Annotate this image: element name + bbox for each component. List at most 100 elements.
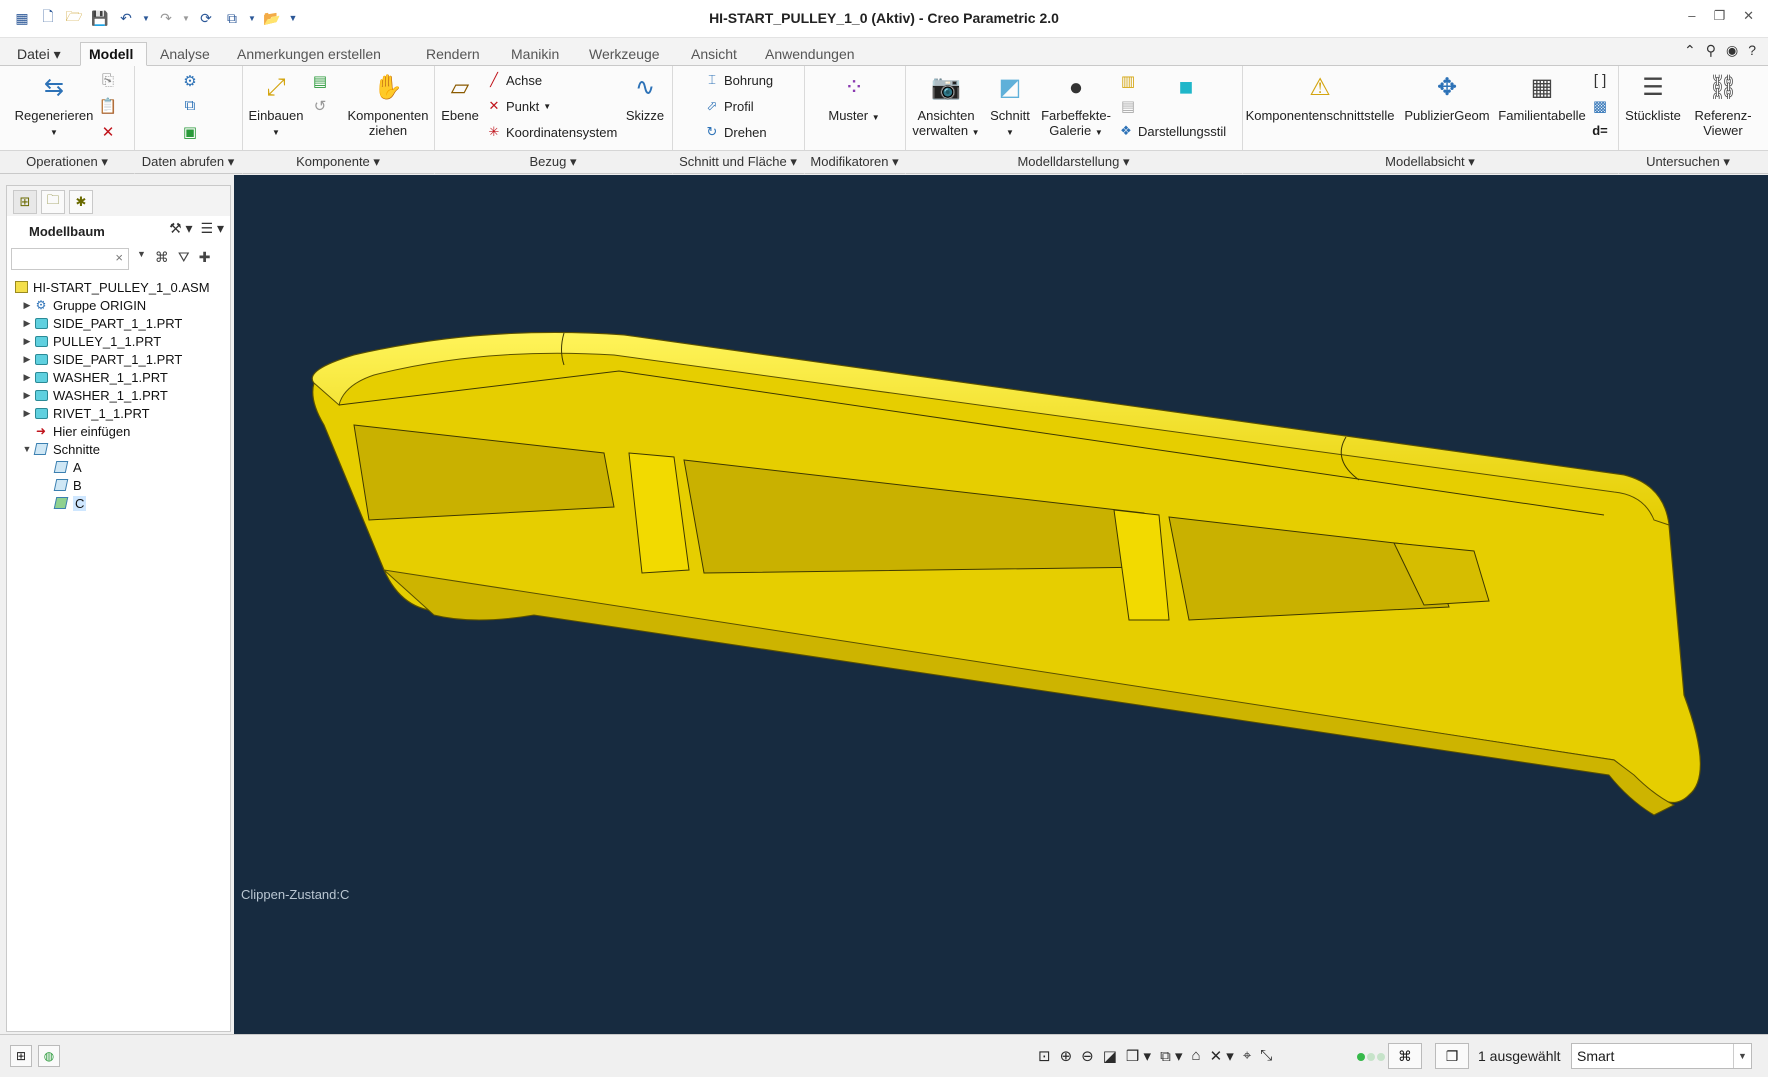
tree-item-pulley[interactable]: ▶ PULLEY_1_1.PRT bbox=[7, 332, 230, 350]
parameters-icon[interactable]: ▩ bbox=[1590, 97, 1610, 117]
tab-datei[interactable]: Datei ▾ bbox=[8, 42, 70, 66]
find-binoculars-icon[interactable]: ⌘ bbox=[155, 249, 169, 266]
delete-icon[interactable]: ✕ bbox=[98, 123, 118, 143]
revolve-button[interactable]: ↻ Drehen bbox=[704, 124, 767, 140]
tree-item-washer-2[interactable]: ▶ WASHER_1_1.PRT bbox=[7, 386, 230, 404]
pattern-button[interactable]: ⁘ Muster ▼ bbox=[822, 70, 886, 125]
group-daten-abrufen[interactable]: Daten abrufen ▾ bbox=[134, 154, 242, 170]
perspective-icon[interactable]: ▥ bbox=[1118, 72, 1138, 92]
group-operationen[interactable]: Operationen ▾ bbox=[0, 154, 134, 170]
toggle-browser-icon[interactable]: ◍ bbox=[38, 1045, 60, 1067]
tree-item-side-part-2[interactable]: ▶ SIDE_PART_1_1.PRT bbox=[7, 350, 230, 368]
clear-search-icon[interactable]: × bbox=[115, 250, 123, 265]
help-icon[interactable]: ? bbox=[1748, 42, 1756, 59]
restore-icon[interactable]: ❐ bbox=[1713, 8, 1725, 24]
model-tree-tab-icon[interactable]: ⊞ bbox=[13, 190, 37, 214]
chevron-down-icon[interactable]: ▼ bbox=[1733, 1044, 1751, 1068]
user-defined-feature-icon[interactable]: ⚙ bbox=[180, 72, 200, 92]
tab-werkzeuge[interactable]: Werkzeuge bbox=[580, 42, 669, 66]
create-component-icon[interactable]: ▤ bbox=[310, 72, 330, 92]
tab-anwendungen[interactable]: Anwendungen bbox=[756, 42, 864, 66]
group-modellabsicht[interactable]: Modellabsicht ▾ bbox=[1242, 154, 1618, 170]
axis-button[interactable]: ╱ Achse bbox=[486, 72, 542, 88]
drag-components-button[interactable]: ✋ Komponenten ziehen bbox=[338, 70, 438, 138]
appearance-gallery-button[interactable]: ● Farbeffekte- Galerie ▼ bbox=[1036, 70, 1116, 140]
group-schnitt-flaeche[interactable]: Schnitt und Fläche ▾ bbox=[672, 154, 804, 170]
family-table-button[interactable]: ▦ Familientabelle bbox=[1496, 70, 1588, 123]
tree-settings-icon[interactable]: ⚒ ▾ bbox=[169, 220, 192, 237]
group-bezug[interactable]: Bezug ▾ bbox=[434, 154, 672, 170]
coordinate-system-button[interactable]: ✳ Koordinatensystem bbox=[486, 124, 618, 140]
saved-orientations-icon[interactable]: ❒ ▾ bbox=[1126, 1047, 1151, 1065]
graphics-viewport[interactable] bbox=[234, 175, 1768, 1034]
expand-icon[interactable]: ▶ bbox=[21, 408, 33, 419]
filter-icon[interactable]: ⛛ bbox=[178, 249, 190, 266]
shrinkwrap-icon[interactable]: ▣ bbox=[180, 123, 200, 143]
spin-center-icon[interactable]: ⤡ bbox=[1260, 1047, 1272, 1065]
assemble-button[interactable]: ⤢ Einbauen ▼ bbox=[244, 70, 308, 140]
repaint-icon[interactable]: ◪ bbox=[1103, 1047, 1117, 1065]
tab-modell[interactable]: Modell bbox=[80, 42, 147, 66]
copy-geometry-icon[interactable]: ⧉ bbox=[180, 97, 200, 117]
expand-icon[interactable]: ▶ bbox=[21, 390, 33, 401]
tree-search-input[interactable]: × bbox=[11, 248, 129, 270]
expand-icon[interactable]: ▶ bbox=[21, 318, 33, 329]
sketch-button[interactable]: ∿ Skizze bbox=[620, 70, 670, 123]
tree-item-section-c[interactable]: C bbox=[7, 494, 230, 512]
add-icon[interactable]: ✚ bbox=[199, 249, 211, 266]
tree-item-side-part-1[interactable]: ▶ SIDE_PART_1_1.PRT bbox=[7, 314, 230, 332]
group-modifikatoren[interactable]: Modifikatoren ▾ bbox=[804, 154, 905, 170]
relations-icon[interactable]: [ ] bbox=[1590, 72, 1610, 92]
repeat-icon[interactable]: ↺ bbox=[310, 97, 330, 117]
tab-rendern[interactable]: Rendern bbox=[417, 42, 489, 66]
group-modelldarstellung[interactable]: Modelldarstellung ▾ bbox=[905, 154, 1242, 170]
group-untersuchen[interactable]: Untersuchen ▾ bbox=[1618, 154, 1758, 170]
display-icon[interactable]: ▤ bbox=[1118, 97, 1138, 117]
section-button[interactable]: ◩ Schnitt ▼ bbox=[984, 70, 1036, 140]
publish-geom-button[interactable]: ✥ PublizierGeom bbox=[1400, 70, 1494, 123]
tree-item-insert-here[interactable]: ➜ Hier einfügen bbox=[7, 422, 230, 440]
regenerate-button[interactable]: ⇆ Regenerieren ▼ bbox=[12, 70, 96, 140]
perspective-view-icon[interactable]: ⌂ bbox=[1192, 1047, 1201, 1065]
copy-icon[interactable]: ⎘ bbox=[98, 72, 118, 92]
minimize-icon[interactable]: – bbox=[1688, 8, 1695, 24]
tree-item-washer-1[interactable]: ▶ WASHER_1_1.PRT bbox=[7, 368, 230, 386]
search-dropdown-icon[interactable]: ▼ bbox=[137, 249, 146, 266]
expand-icon[interactable]: ▶ bbox=[21, 354, 33, 365]
tree-item-section-b[interactable]: B bbox=[7, 476, 230, 494]
tab-analyse[interactable]: Analyse bbox=[151, 42, 219, 66]
paste-icon[interactable]: 📋 bbox=[98, 97, 118, 117]
display-style-button[interactable]: ❖ Darstellungsstil bbox=[1118, 123, 1226, 139]
point-button[interactable]: ✕ Punkt ▼ bbox=[486, 98, 552, 114]
community-icon[interactable]: ◉ bbox=[1726, 42, 1738, 59]
switch-dimensions-icon[interactable]: d= bbox=[1590, 123, 1610, 143]
expand-icon[interactable]: ▶ bbox=[21, 372, 33, 383]
tree-show-icon[interactable]: ☰ ▾ bbox=[201, 220, 224, 237]
favorites-tab-icon[interactable]: ✱ bbox=[69, 190, 93, 214]
tree-item-group-origin[interactable]: ▶ ⚙ Gruppe ORIGIN bbox=[7, 296, 230, 314]
toggle-navigator-icon[interactable]: ⊞ bbox=[10, 1045, 32, 1067]
minimize-ribbon-icon[interactable]: ⌃ bbox=[1684, 42, 1696, 59]
plane-button[interactable]: ▱ Ebene bbox=[436, 70, 484, 123]
tab-anmerkungen[interactable]: Anmerkungen erstellen bbox=[228, 42, 390, 66]
expand-icon[interactable]: ▶ bbox=[21, 300, 33, 311]
tab-ansicht[interactable]: Ansicht bbox=[682, 42, 746, 66]
tree-item-sections[interactable]: ▼ Schnitte bbox=[7, 440, 230, 458]
reference-viewer-button[interactable]: ⛓ Referenz- Viewer bbox=[1688, 70, 1758, 138]
expand-icon[interactable]: ▶ bbox=[21, 336, 33, 347]
datum-display-icon[interactable]: ✕ ▾ bbox=[1210, 1047, 1234, 1065]
folder-browser-tab-icon[interactable]: 🗀 bbox=[41, 190, 65, 214]
tree-item-rivet[interactable]: ▶ RIVET_1_1.PRT bbox=[7, 404, 230, 422]
group-komponente[interactable]: Komponente ▾ bbox=[242, 154, 434, 170]
tab-manikin[interactable]: Manikin bbox=[502, 42, 568, 66]
zoom-out-icon[interactable]: ⊖ bbox=[1081, 1047, 1094, 1065]
manage-views-button[interactable]: 📷 Ansichten verwalten ▼ bbox=[908, 70, 984, 140]
selection-filter[interactable]: Smart ▼ bbox=[1571, 1043, 1752, 1069]
selection-buffer-button[interactable]: ❐ bbox=[1435, 1043, 1469, 1069]
tree-item-asm[interactable]: HI-START_PULLEY_1_0.ASM bbox=[7, 278, 230, 296]
search-icon[interactable]: ⚲ bbox=[1706, 42, 1716, 59]
bom-button[interactable]: ☰ Stückliste bbox=[1620, 70, 1686, 123]
close-icon[interactable]: ✕ bbox=[1743, 8, 1754, 24]
zoom-in-icon[interactable]: ⊕ bbox=[1060, 1047, 1073, 1065]
hole-button[interactable]: ⌶ Bohrung bbox=[704, 72, 773, 88]
